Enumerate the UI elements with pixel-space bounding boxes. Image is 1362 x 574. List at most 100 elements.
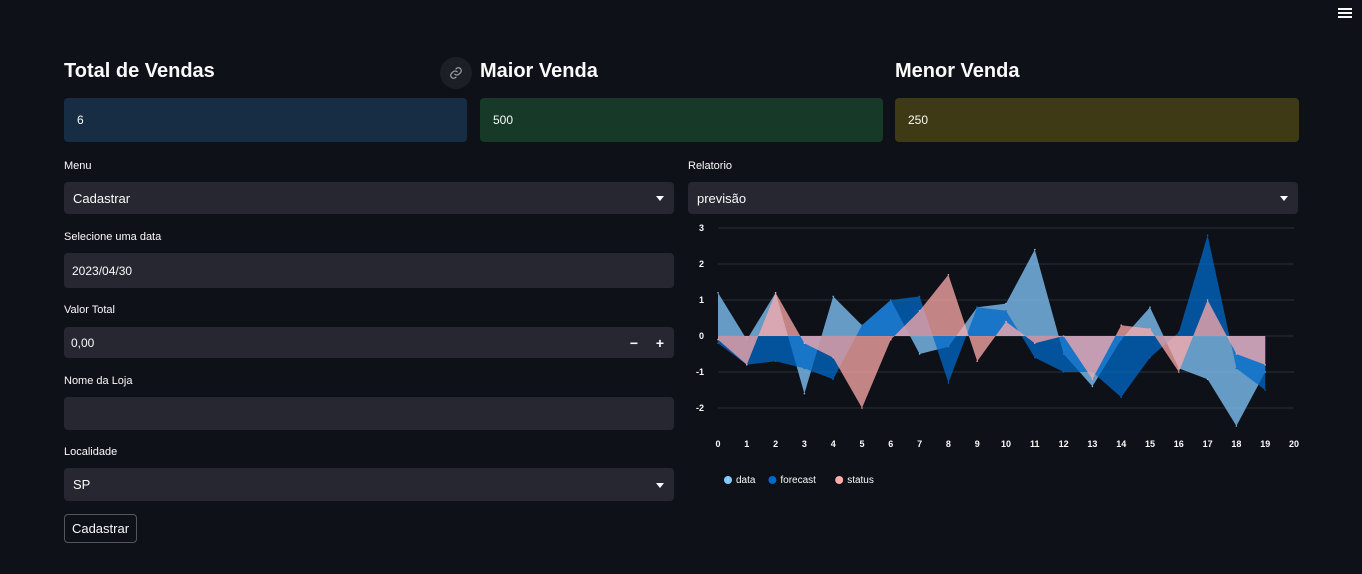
chevron-down-icon <box>656 482 664 488</box>
data-point-status <box>1264 364 1266 366</box>
x-tick-label: 17 <box>1203 439 1213 449</box>
data-point-status <box>832 356 834 359</box>
x-tick-label: 15 <box>1145 439 1155 449</box>
valor-label: Valor Total <box>64 304 115 316</box>
localidade-select-value: SP <box>73 477 91 492</box>
date-label: Selecione uma data <box>64 231 162 243</box>
data-point-status <box>918 310 921 312</box>
data-point-data <box>832 295 834 298</box>
data-point-forecast <box>947 382 950 384</box>
date-input-value: 2023/04/30 <box>72 263 133 278</box>
y-tick-label: -2 <box>696 403 704 413</box>
x-tick-label: 20 <box>1289 439 1299 449</box>
data-point-forecast <box>717 342 719 344</box>
y-tick-label: 1 <box>699 295 704 305</box>
legend-label-forecast: forecast <box>780 475 816 486</box>
data-point-status <box>1120 324 1122 326</box>
loja-label: Nome da Loja <box>64 375 133 387</box>
data-point-forecast <box>1149 356 1151 359</box>
data-point-status <box>774 292 777 294</box>
data-point-forecast <box>1178 331 1180 334</box>
data-point-status <box>1062 335 1065 337</box>
x-tick-label: 9 <box>975 439 980 449</box>
data-point-status <box>1206 299 1209 301</box>
localidade-label: Localidade <box>64 446 118 458</box>
data-point-forecast <box>1120 396 1122 398</box>
data-point-status <box>803 342 806 344</box>
data-point-forecast <box>1264 389 1266 391</box>
chevron-down-icon <box>1280 196 1288 201</box>
metric-title-menor: Menor Venda <box>895 60 1020 82</box>
data-point-forecast <box>976 306 978 308</box>
x-tick-label: 18 <box>1231 439 1241 449</box>
x-tick-label: 2 <box>773 439 778 449</box>
y-tick-label: -1 <box>696 367 704 377</box>
data-point-status <box>1005 320 1007 323</box>
loja-input[interactable] <box>64 397 674 430</box>
data-point-forecast <box>861 324 863 326</box>
relatorio-select-value: previsão <box>697 190 747 206</box>
data-point-data <box>918 353 921 355</box>
data-point-data <box>717 292 719 294</box>
x-tick-label: 0 <box>715 439 720 449</box>
valor-input-value: 0,00 <box>71 335 95 350</box>
data-point-data <box>1206 378 1209 380</box>
data-point-forecast <box>803 367 806 370</box>
data-point-status <box>861 407 863 409</box>
data-point-status <box>1178 371 1180 373</box>
x-tick-label: 19 <box>1260 439 1270 449</box>
chevron-down-icon <box>656 196 664 201</box>
y-tick-label: 0 <box>699 331 704 341</box>
x-tick-label: 11 <box>1030 439 1040 449</box>
legend-marker-forecast <box>768 476 777 484</box>
date-input[interactable]: 2023/04/30 <box>64 253 674 288</box>
data-point-status <box>1091 378 1094 380</box>
increment-button[interactable]: + <box>647 327 673 358</box>
data-point-forecast <box>918 295 921 298</box>
data-point-status <box>976 360 978 362</box>
metric-value-total: 6 <box>64 98 467 142</box>
metric-title-maior: Maior Venda <box>480 60 598 82</box>
metric-value-maior: 500 <box>480 98 883 142</box>
cadastrar-button[interactable]: Cadastrar <box>64 514 137 543</box>
data-point-data <box>1034 248 1036 251</box>
menu-select-value: Cadastrar <box>73 190 131 206</box>
x-tick-label: 12 <box>1059 439 1069 449</box>
main-menu-icon[interactable] <box>1338 8 1352 20</box>
x-tick-label: 3 <box>802 439 807 449</box>
metric-value-menor: 250 <box>895 98 1299 142</box>
data-point-forecast <box>832 378 834 380</box>
relatorio-select[interactable]: previsão <box>688 182 1298 214</box>
data-point-forecast <box>1235 367 1238 370</box>
menu-label: Menu <box>64 160 92 172</box>
localidade-select[interactable]: SP <box>64 468 674 501</box>
data-point-status <box>947 274 950 276</box>
data-point-status <box>1235 353 1238 355</box>
data-point-data <box>1235 425 1238 427</box>
x-tick-label: 6 <box>888 439 893 449</box>
x-tick-label: 5 <box>859 439 864 449</box>
data-point-data <box>1149 306 1151 308</box>
x-tick-label: 1 <box>744 439 749 449</box>
valor-input[interactable]: 0,00 − + <box>64 327 674 358</box>
x-tick-label: 13 <box>1087 439 1097 449</box>
legend-marker-data <box>724 476 732 484</box>
menu-select[interactable]: Cadastrar <box>64 182 674 214</box>
metric-title-total: Total de Vendas <box>64 60 215 82</box>
x-tick-label: 8 <box>946 439 951 449</box>
data-point-forecast <box>1005 310 1007 312</box>
x-tick-label: 14 <box>1116 439 1126 449</box>
data-point-forecast <box>1034 356 1036 359</box>
relatorio-label: Relatorio <box>688 160 733 172</box>
legend-label-data: data <box>736 475 756 486</box>
decrement-button[interactable]: − <box>621 327 647 358</box>
link-icon[interactable] <box>440 57 472 89</box>
data-point-forecast <box>774 360 777 362</box>
y-tick-label: 2 <box>699 259 704 269</box>
forecast-area-chart: 3210-1-20 1 2 3 4 5 6 7 8 9 10 11 12 13 14 15 16 17 18 19 20… <box>696 223 1299 486</box>
data-point-data <box>803 392 806 395</box>
data-point-data <box>1091 385 1094 388</box>
x-tick-label: 7 <box>917 439 922 449</box>
data-point-status <box>890 338 892 341</box>
data-point-status <box>1149 328 1151 330</box>
